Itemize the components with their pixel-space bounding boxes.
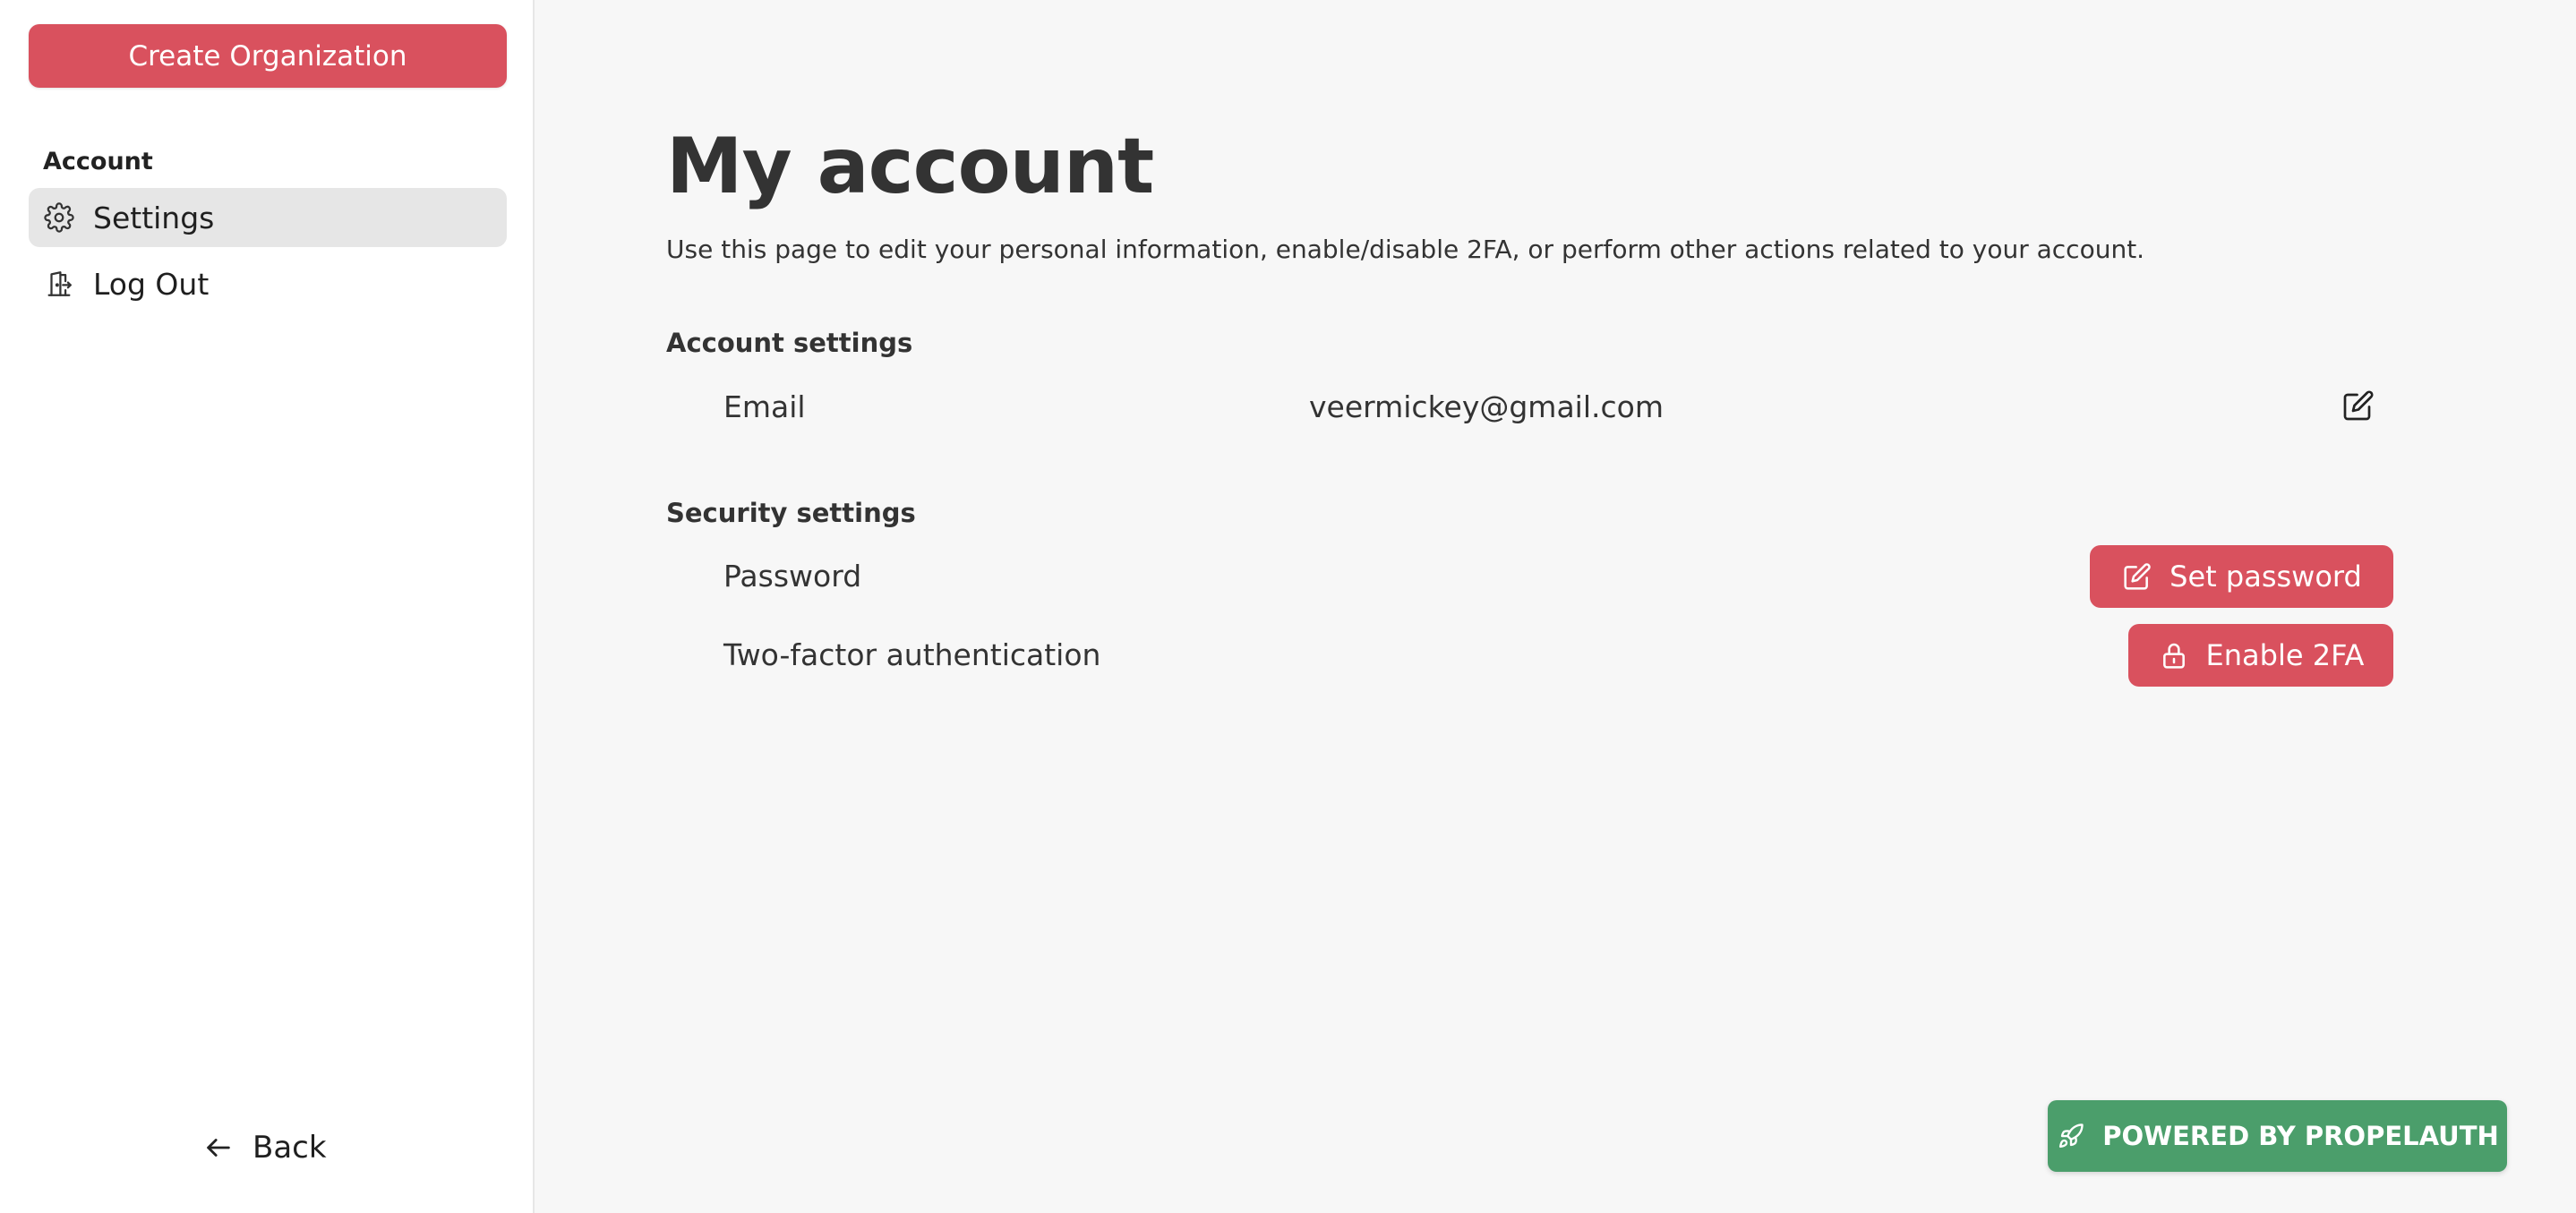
powered-by-propelauth-badge[interactable]: POWERED BY PROPELAUTH	[2048, 1100, 2507, 1172]
rocket-icon	[2056, 1121, 2086, 1151]
account-settings-title: Account settings	[666, 328, 913, 358]
sidebar-item-logout[interactable]: Log Out	[29, 254, 507, 313]
set-password-label: Set password	[2169, 560, 2362, 594]
lock-icon	[2158, 639, 2190, 671]
powered-by-label: POWERED BY PROPELAUTH	[2102, 1121, 2499, 1151]
two-factor-label: Two-factor authentication	[723, 637, 1101, 672]
sidebar-item-label: Settings	[93, 200, 215, 235]
email-value: veermickey@gmail.com	[1309, 389, 1664, 424]
sidebar-section-account: Account	[43, 148, 153, 175]
gear-icon	[43, 201, 75, 234]
create-organization-button[interactable]: Create Organization	[29, 24, 507, 88]
arrow-left-icon	[202, 1132, 235, 1164]
back-label: Back	[252, 1130, 327, 1166]
page-title: My account	[666, 122, 1154, 211]
page-subtitle: Use this page to edit your personal info…	[666, 235, 2145, 264]
sidebar-item-label: Log Out	[93, 266, 210, 302]
security-settings-title: Security settings	[666, 498, 916, 528]
password-label: Password	[723, 559, 862, 594]
enable-2fa-button[interactable]: Enable 2FA	[2128, 624, 2393, 687]
sidebar: Create Organization Account Settings Log…	[0, 0, 535, 1213]
edit-email-button[interactable]	[2341, 389, 2376, 425]
back-link[interactable]: Back	[202, 1130, 327, 1166]
edit-icon	[2342, 389, 2375, 425]
set-password-button[interactable]: Set password	[2090, 545, 2393, 608]
email-label: Email	[723, 389, 806, 424]
sidebar-item-settings[interactable]: Settings	[29, 188, 507, 247]
edit-icon	[2121, 560, 2153, 593]
logout-door-icon	[43, 268, 75, 300]
enable-2fa-label: Enable 2FA	[2205, 638, 2365, 672]
